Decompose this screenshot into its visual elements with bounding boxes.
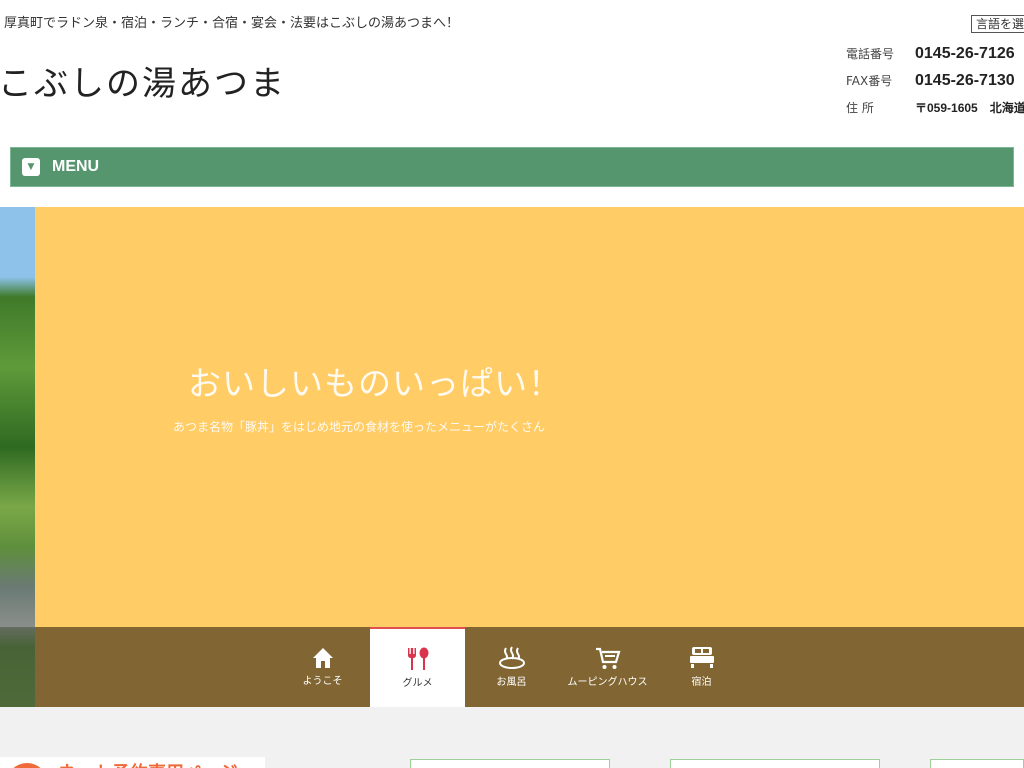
info-card[interactable] <box>670 759 880 768</box>
fork-spoon-icon <box>407 647 428 670</box>
tab-label: ようこそ <box>302 676 343 687</box>
banner-text: ネット予約専用ページ <box>58 759 238 768</box>
address-row: 住 所 〒059-1605 北海道 <box>840 94 1024 121</box>
hero-title: おいしいものいっぱい！ <box>188 364 562 403</box>
content-area: ネット予約専用ページ <box>0 707 1024 768</box>
tagline: 厚真町でラドン泉・宿泊・ランチ・合宿・宴会・法要はこぶしの湯あつまへ！ <box>4 16 460 31</box>
contact-info: 電話番号 0145-26-7126 FAX番号 0145-26-7130 住 所… <box>840 40 1024 121</box>
language-select-button[interactable]: 言語を選択 <box>971 15 1024 33</box>
tab-stay[interactable]: 宿泊 <box>654 627 749 707</box>
info-card[interactable] <box>930 759 1024 768</box>
tab-welcome[interactable]: ようこそ <box>275 627 370 707</box>
chevron-down-icon: ▼ <box>22 158 40 176</box>
tabs-bg-left <box>0 627 35 707</box>
phone-number[interactable]: 0145-26-7126 <box>915 45 1015 63</box>
tab-label: 宿泊 <box>691 677 712 688</box>
fax-label: FAX番号 <box>846 74 893 88</box>
hero-subtitle: あつま名物「豚丼」をはじめ地元の食材を使ったメニューがたくさん <box>173 420 546 434</box>
tab-label: ムーピングハウス <box>567 677 648 688</box>
net-reservation-banner[interactable]: ネット予約専用ページ <box>0 757 265 768</box>
hot-spring-icon <box>498 646 525 669</box>
category-tabs: ようこそ グルメ お風呂 ムーピングハウス 宿泊 <box>0 627 1024 707</box>
info-card[interactable] <box>410 759 610 768</box>
fax-number: 0145-26-7130 <box>915 71 1015 89</box>
fax-row: FAX番号 0145-26-7130 <box>840 67 1024 94</box>
phone-row: 電話番号 0145-26-7126 <box>840 40 1024 67</box>
cart-icon <box>595 647 620 669</box>
tab-moving-house[interactable]: ムーピングハウス <box>560 627 655 707</box>
site-title[interactable]: こぶしの湯あつま <box>0 56 286 105</box>
tab-label: グルメ <box>402 678 433 689</box>
hero-panel: おいしいものいっぱい！ あつま名物「豚丼」をはじめ地元の食材を使ったメニューがた… <box>35 207 1024 627</box>
address-label: 住 所 <box>846 101 874 115</box>
hero-slider: おいしいものいっぱい！ あつま名物「豚丼」をはじめ地元の食材を使ったメニューがた… <box>0 207 1024 707</box>
menu-toggle-bar[interactable]: ▼ MENU <box>10 147 1014 187</box>
address-text: 〒059-1605 北海道 <box>915 101 1024 115</box>
tab-gourmet[interactable]: グルメ <box>370 627 465 707</box>
bed-icon <box>689 647 714 668</box>
reservation-circle-icon <box>6 763 48 768</box>
home-icon <box>312 648 333 668</box>
tab-label: お風呂 <box>496 677 527 688</box>
phone-label: 電話番号 <box>846 47 895 61</box>
tab-bath[interactable]: お風呂 <box>464 627 559 707</box>
menu-label: MENU <box>52 158 100 175</box>
